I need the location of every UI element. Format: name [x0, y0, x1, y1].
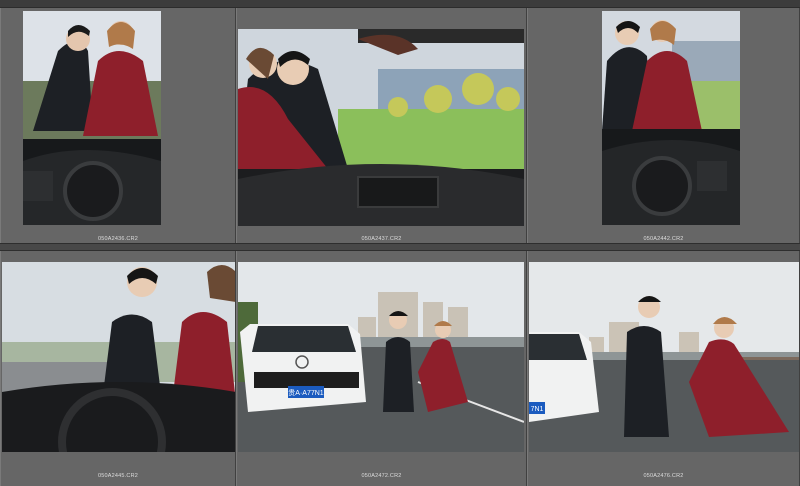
thumbnail-filename: 050A2436.CR2 — [97, 236, 138, 242]
thumbnail-filename: 050A2476.CR2 — [643, 473, 684, 479]
thumbnail-cell-5[interactable]: 贵A·A77N1 050A2472.CR2 — [236, 251, 527, 486]
photo-thumbnail-3[interactable] — [602, 11, 740, 225]
thumbnail-cell-1[interactable]: 050A2436.CR2 — [0, 8, 236, 243]
license-plate-6: 7N1 — [531, 406, 544, 413]
thumbnail-filename: 050A2442.CR2 — [643, 236, 684, 242]
thumbnail-cell-2[interactable]: 050A2437.CR2 — [236, 8, 527, 243]
license-plate-5: 贵A·A77N1 — [288, 388, 324, 397]
thumbnail-cell-6[interactable]: 7N1 050A2476.CR2 — [527, 251, 800, 486]
photo-thumbnail-6[interactable]: 7N1 — [529, 262, 799, 452]
thumbnail-filename: 050A2445.CR2 — [97, 473, 138, 479]
thumbnail-filename: 050A2472.CR2 — [361, 473, 402, 479]
thumbnail-grid: 050A2436.CR2 050A2437.CR2 050A2442.CR2 0… — [0, 0, 800, 486]
photo-thumbnail-2[interactable] — [238, 29, 524, 226]
photo-thumbnail-1[interactable] — [23, 11, 161, 225]
row-separator — [0, 243, 800, 251]
thumbnail-cell-4[interactable]: 050A2445.CR2 — [0, 251, 236, 486]
thumbnail-filename: 050A2437.CR2 — [361, 236, 402, 242]
photo-thumbnail-5[interactable]: 贵A·A77N1 — [238, 262, 524, 452]
photo-thumbnail-4[interactable] — [2, 262, 235, 452]
thumbnail-cell-3[interactable]: 050A2442.CR2 — [527, 8, 800, 243]
grid-top-bar — [0, 0, 800, 8]
